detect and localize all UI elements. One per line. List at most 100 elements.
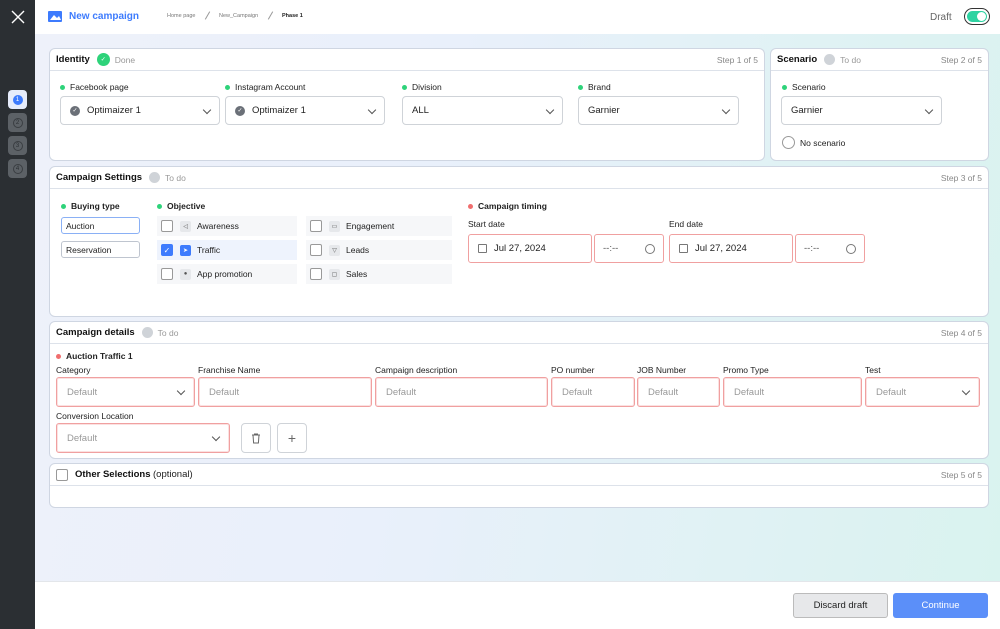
brand-select[interactable]: Garnier [578,96,739,125]
scenario-status: To do [840,54,861,65]
bag-icon: ▢ [329,268,340,280]
buying-auction-option[interactable]: Auction [61,217,140,234]
identity-status: Done [114,54,136,65]
po-number-label: PO number [551,365,595,375]
end-time-input[interactable]: --:-- [795,234,865,263]
chevron-down-icon [367,105,377,115]
breadcrumb-separator [204,11,211,20]
objective-traffic[interactable]: ✓ ➤ Traffic [157,240,297,260]
checkbox[interactable] [161,220,173,232]
identity-title: Identity [56,54,90,65]
no-scenario-label: No scenario [800,138,846,148]
chat-icon: ▭ [329,220,340,232]
job-number-label: JOB Number [637,365,687,375]
footer-bar: Discard draft Continue [35,581,1000,629]
division-select[interactable]: ALL [402,96,563,125]
identity-step: Step 1 of 5 [716,55,758,65]
settings-step: Step 3 of 5 [940,173,982,183]
objective-engagement[interactable]: ▭ Engagement [306,216,452,236]
objective-leads[interactable]: ▽ Leads [306,240,452,260]
step-number: 2 [12,117,23,128]
checkbox[interactable] [310,220,322,232]
megaphone-icon: ◁ [180,220,191,232]
conversion-location-label: Conversion Location [56,411,134,421]
optional-label: (optional) [153,469,193,480]
campaign-description-input[interactable]: Default [375,377,548,407]
main-canvas: Identity ✓ Done Step 1 of 5 Facebook page… [35,34,1000,581]
category-label: Category [56,365,91,375]
breadcrumb-separator [267,11,274,20]
po-number-input[interactable]: Default [551,377,635,407]
conversion-location-select[interactable]: Default [56,423,230,453]
draft-toggle[interactable] [964,8,990,25]
rail-step-2[interactable]: 2 [8,113,27,132]
close-icon[interactable] [10,9,26,25]
delete-button[interactable] [241,423,271,453]
checked-checkbox[interactable]: ✓ [161,244,173,256]
objective-app-promotion[interactable]: ● App promotion [157,264,297,284]
add-button[interactable]: + [277,423,307,453]
other-selections-checkbox[interactable] [56,468,68,481]
scenario-card: Scenario To do Step 2 of 5 Scenario Garn… [770,48,989,161]
left-rail: 1 2 3 4 [0,0,35,629]
franchise-name-input[interactable]: Default [198,377,372,407]
step-number: 3 [12,140,23,151]
continue-button[interactable]: Continue [893,593,988,618]
settings-title: Campaign Settings [56,172,143,183]
buying-reservation-option[interactable]: Reservation [61,241,140,258]
breadcrumb-home[interactable]: Home page [167,13,195,19]
facebook-page-select[interactable]: ✓ Optimaizer 1 [60,96,220,125]
test-select[interactable]: Default [865,377,980,407]
cursor-icon: ➤ [180,244,191,256]
campaign-icon [48,11,62,22]
step-number: 4 [12,163,23,174]
details-header: Campaign details To do Step 4 of 5 [50,322,988,344]
campaign-details-card: Campaign details To do Step 4 of 5 Aucti… [49,321,989,459]
scenario-step: Step 2 of 5 [940,55,982,65]
rail-step-1[interactable]: 1 [8,90,27,109]
details-step: Step 4 of 5 [940,328,982,338]
test-label: Test [865,365,881,375]
start-time-input[interactable]: --:-- [594,234,664,263]
chevron-down-icon [721,105,731,115]
breadcrumb-new-campaign[interactable]: New_Campaign [219,13,258,19]
start-date-label: Start date [468,219,505,229]
other-selections-card: Other Selections (optional) Step 5 of 5 [49,463,989,508]
instagram-account-select[interactable]: ✓ Optimaizer 1 [225,96,385,125]
end-date-label: End date [669,219,704,229]
franchise-name-label: Franchise Name [198,365,261,375]
check-icon: ✓ [96,53,110,66]
end-date-input[interactable]: Jul 27, 2024 [669,234,793,263]
checkbox[interactable] [310,244,322,256]
job-number-input[interactable]: Default [637,377,720,407]
other-header: Other Selections (optional) Step 5 of 5 [50,464,988,486]
objective-awareness[interactable]: ◁ Awareness [157,216,297,236]
start-date-input[interactable]: Jul 27, 2024 [468,234,592,263]
objective-label: Objective [157,201,205,211]
scenario-label: Scenario [782,82,826,92]
rail-step-3[interactable]: 3 [8,136,27,155]
scenario-header: Scenario To do Step 2 of 5 [771,49,988,71]
chevron-down-icon [924,105,934,115]
promo-type-input[interactable]: Default [723,377,862,407]
calendar-icon [679,244,688,253]
objective-sales[interactable]: ▢ Sales [306,264,452,284]
chevron-down-icon [961,386,971,396]
rail-step-4[interactable]: 4 [8,159,27,178]
top-bar: New campaign Home page New_Campaign Phas… [35,0,1000,34]
status-dot-icon [824,54,836,65]
funnel-icon: ▽ [329,244,340,256]
no-scenario-radio[interactable] [782,136,795,149]
checkbox[interactable] [161,268,173,280]
promo-type-label: Promo Type [723,365,769,375]
scenario-title: Scenario [777,54,818,65]
status-dot-icon [141,327,153,338]
checkbox[interactable] [310,268,322,280]
scenario-select[interactable]: Garnier [781,96,942,125]
discard-draft-button[interactable]: Discard draft [793,593,888,618]
campaign-description-label: Campaign description [375,365,458,375]
category-select[interactable]: Default [56,377,195,407]
identity-card: Identity ✓ Done Step 1 of 5 Facebook page… [49,48,765,161]
status-dot-icon [149,172,161,183]
details-status: To do [157,327,179,338]
